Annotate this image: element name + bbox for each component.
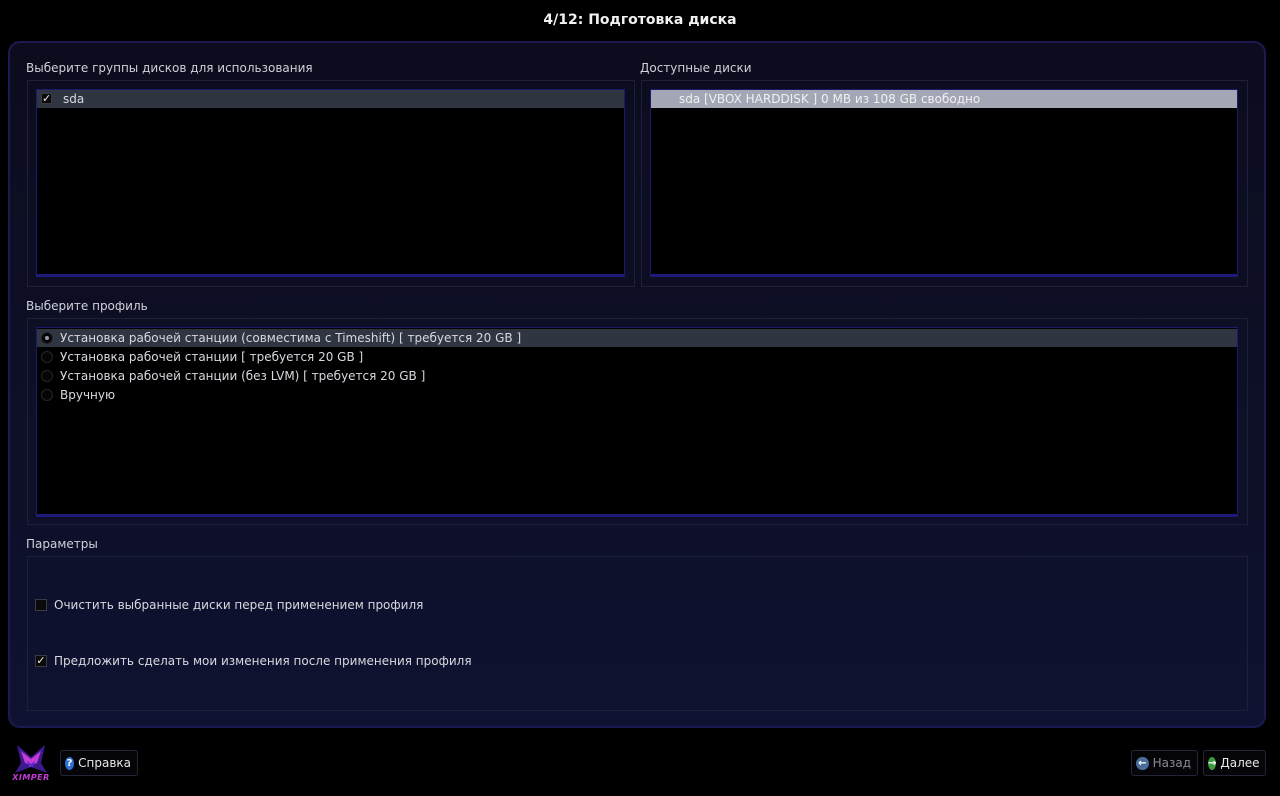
profile-option-label: Установка рабочей станции (совместима с … [60,331,522,345]
disk-groups-list[interactable]: ✓ sda [36,89,625,277]
profile-option-label: Установка рабочей станции [ требуется 20… [60,350,364,364]
available-disks-list[interactable]: sda [VBOX HARDDISK ] 0 MB из 108 GB своб… [650,89,1238,277]
profile-list[interactable]: Установка рабочей станции (совместима с … [36,327,1238,517]
radio-button[interactable] [41,351,53,363]
disk-label: sda [VBOX HARDDISK ] 0 MB из 108 GB своб… [679,92,981,106]
radio-button[interactable] [41,389,53,401]
list-item[interactable]: ✓ sda [37,90,624,108]
next-button-label: Далее [1220,756,1260,770]
params-frame [27,556,1248,711]
radio-button[interactable] [41,370,53,382]
profile-label: Выберите профиль [26,299,148,313]
suggest-changes-label[interactable]: Предложить сделать мои изменения после п… [54,654,472,668]
help-icon: ? [65,756,75,770]
suggest-changes-checkbox[interactable]: ✓ [35,655,47,667]
back-button-label: Назад [1152,756,1191,770]
arrow-left-icon: ← [1136,756,1149,770]
profile-option-manual[interactable]: Вручную [37,386,1237,404]
disk-group-label: sda [63,92,85,106]
arrow-right-icon: → [1208,756,1217,770]
help-button-label: Справка [78,756,131,770]
profile-option-label: Вручную [60,388,116,402]
available-disks-label: Доступные диски [640,61,752,75]
back-button[interactable]: ← Назад [1131,750,1198,776]
profile-option-label: Установка рабочей станции (без LVM) [ тр… [60,369,426,383]
profile-option-default[interactable]: Установка рабочей станции [ требуется 20… [37,348,1237,366]
help-button[interactable]: ? Справка [60,750,138,776]
next-button[interactable]: → Далее [1203,750,1266,776]
wipe-disks-checkbox[interactable] [35,599,47,611]
sda-checkbox[interactable]: ✓ [41,93,52,104]
radio-button[interactable] [41,332,53,344]
window-title: 4/12: Подготовка диска [543,12,737,28]
profile-option-timeshift[interactable]: Установка рабочей станции (совместима с … [37,329,1237,347]
disk-groups-label: Выберите группы дисков для использования [26,61,313,75]
params-label: Параметры [26,537,98,551]
logo-text: XIMPER [12,773,50,782]
wipe-disks-label[interactable]: Очистить выбранные диски перед применени… [54,598,423,612]
list-item[interactable]: sda [VBOX HARDDISK ] 0 MB из 108 GB своб… [651,90,1237,108]
profile-option-no-lvm[interactable]: Установка рабочей станции (без LVM) [ тр… [37,367,1237,385]
ximper-logo: XIMPER [7,743,55,783]
